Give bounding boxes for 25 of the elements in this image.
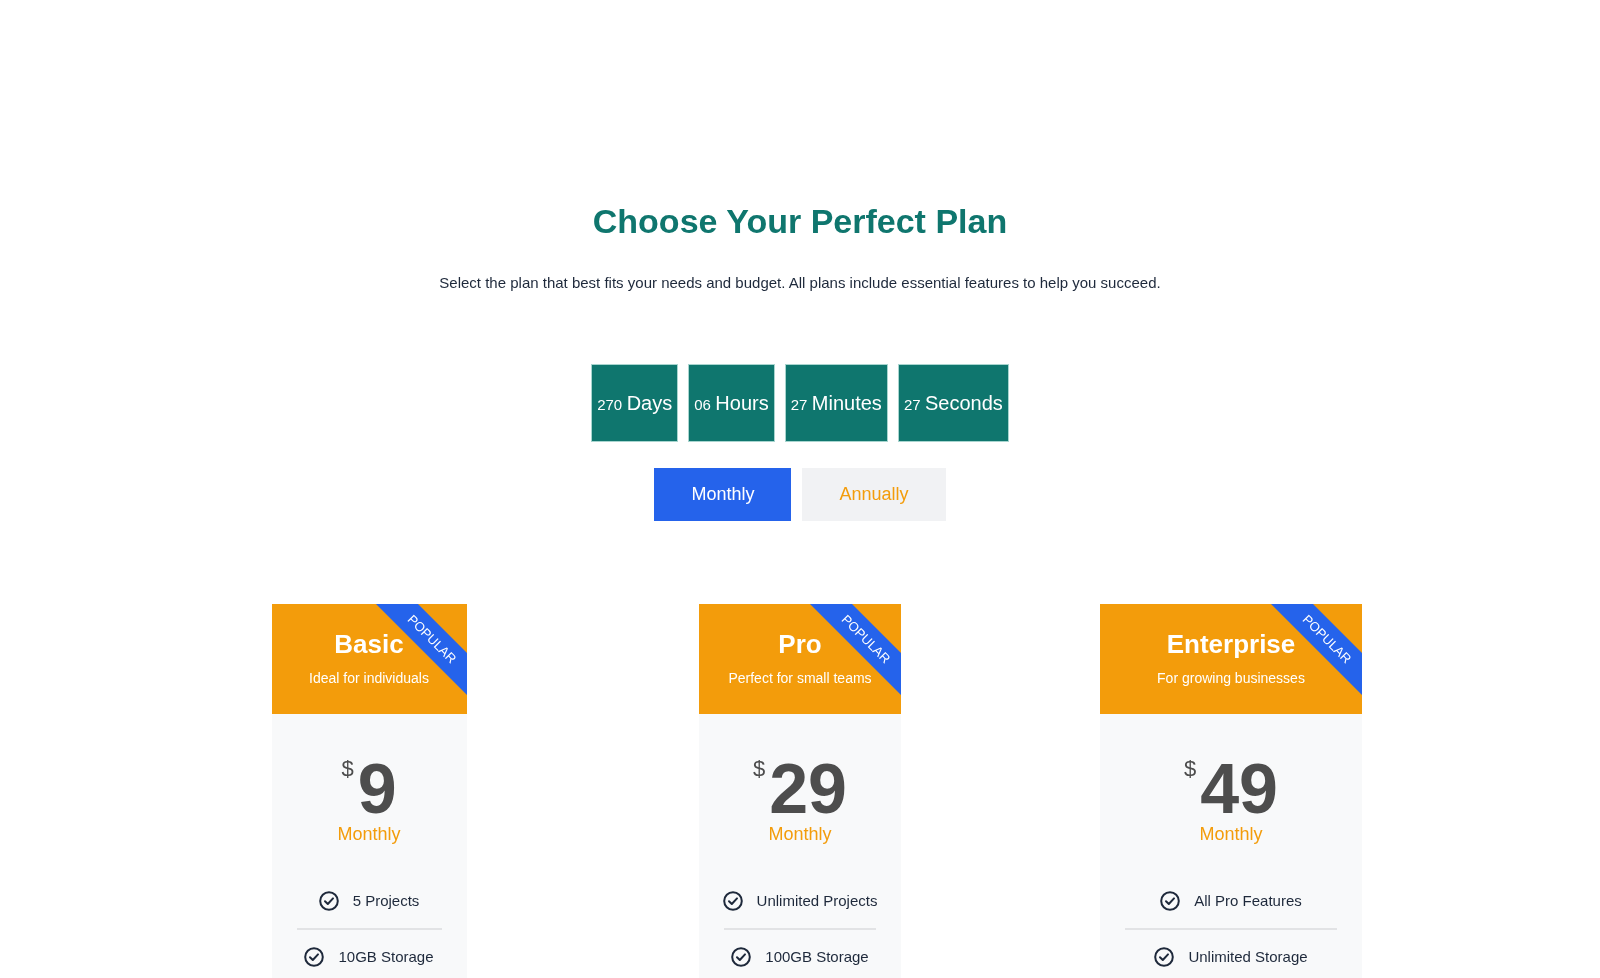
countdown-tile: 27 Minutes <box>784 364 888 442</box>
billing-toggle-button[interactable]: Monthly <box>654 468 792 521</box>
feature-label: 5 Projects <box>352 891 420 911</box>
feature-label: Unlimited Storage <box>1188 947 1308 967</box>
check-circle-icon <box>731 947 752 967</box>
check-circle-icon <box>318 891 339 911</box>
page-title: Choose Your Perfect Plan <box>592 201 1008 242</box>
countdown-tile: 27 Seconds <box>897 364 1009 442</box>
feature-label: All Pro Features <box>1194 891 1302 911</box>
plan-price: $49 <box>1183 754 1279 824</box>
billing-period: Monthly <box>1199 824 1263 844</box>
feature-label: 100GB Storage <box>765 947 869 967</box>
check-circle-icon <box>1160 891 1181 911</box>
billing-period: Monthly <box>337 824 401 844</box>
check-circle-icon <box>722 891 743 911</box>
countdown-tile: 06 Hours <box>688 364 775 442</box>
countdown-tile: 270 Days <box>591 364 679 442</box>
check-circle-icon <box>1154 947 1175 967</box>
plan-price: $9 <box>341 754 397 824</box>
feature-label: Unlimited Projects <box>756 891 878 911</box>
page-subtitle: Select the plan that best fits your needs and budget. All plans include essential features to help you succeed. <box>439 273 1161 293</box>
billing-period: Monthly <box>768 824 832 844</box>
check-circle-icon <box>304 947 325 967</box>
plan-price: $29 <box>752 754 848 824</box>
feature-label: 10GB Storage <box>338 947 434 967</box>
